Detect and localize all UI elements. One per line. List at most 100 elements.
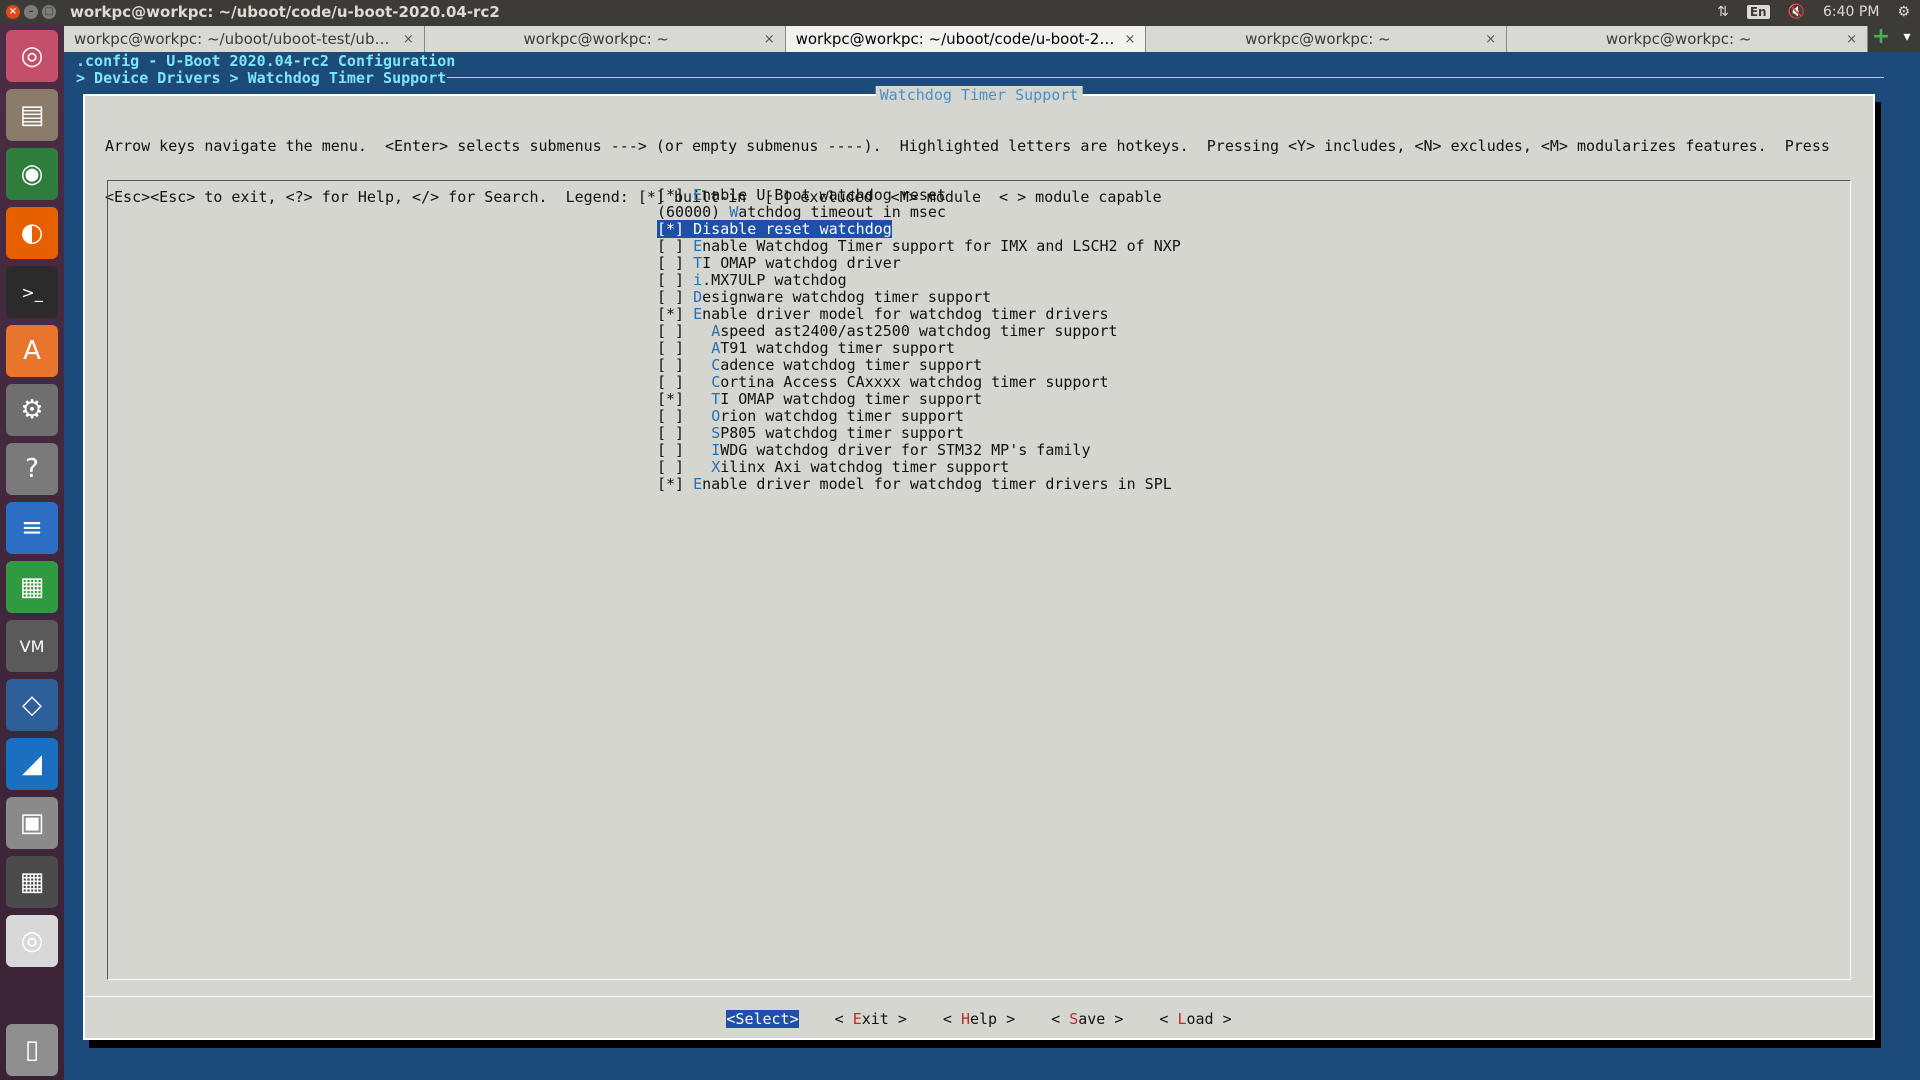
menu-item-state: [*] xyxy=(657,186,694,204)
save-button[interactable]: < Save > xyxy=(1051,1010,1123,1028)
menu-item[interactable]: [*] Enable U-Boot watchdog reset xyxy=(657,187,1181,204)
terminal-area[interactable]: .config - U-Boot 2020.04-rc2 Configurati… xyxy=(64,52,1920,1080)
wireshark-icon[interactable]: ◢ xyxy=(6,738,58,790)
settings-gear-icon[interactable]: ⚙ xyxy=(1897,4,1910,20)
menu-item[interactable]: [ ] Cortina Access CAxxxx watchdog timer… xyxy=(657,374,1181,391)
minimize-window-button[interactable]: – xyxy=(24,5,38,19)
button-bracket: < xyxy=(1051,1010,1070,1028)
menu-item-state: [ ] xyxy=(657,254,694,272)
virtualbox-icon[interactable]: ◇ xyxy=(6,679,58,731)
menu-item-text: esignware watchdog timer support xyxy=(702,288,992,306)
menu-item[interactable]: (60000) Watchdog timeout in msec xyxy=(657,204,1181,221)
hotkey-letter: C xyxy=(711,373,721,391)
menu-item-label: Cortina Access CAxxxx watchdog timer sup… xyxy=(711,373,1108,391)
menuconfig-dialog: Watchdog Timer Support Arrow keys naviga… xyxy=(83,86,1875,1040)
terminal-icon[interactable]: >_ xyxy=(6,266,58,318)
menu-item[interactable]: [ ] Orion watchdog timer support xyxy=(657,408,1181,425)
menu-item[interactable]: [*] Enable driver model for watchdog tim… xyxy=(657,306,1181,323)
ubuntu-logo-icon[interactable]: ◎ xyxy=(6,30,58,82)
menu-item[interactable]: [ ] SP805 watchdog timer support xyxy=(657,425,1181,442)
menu-item-text: atchdog timeout in msec xyxy=(738,203,946,221)
menu-item-label: Disable reset watchdog xyxy=(693,220,892,238)
calculator-icon[interactable]: ▦ xyxy=(6,856,58,908)
menu-item-state: [ ] xyxy=(657,441,712,459)
menu-item-label: Aspeed ast2400/ast2500 watchdog timer su… xyxy=(711,322,1117,340)
terminal-tab[interactable]: workpc@workpc: ~ × xyxy=(1146,26,1508,52)
terminal-tab[interactable]: workpc@workpc: ~/uboot/code/u-boot-2020.… xyxy=(785,26,1147,52)
volume-muted-icon[interactable]: 🔇 xyxy=(1788,4,1805,20)
chrome-icon[interactable]: ◉ xyxy=(6,148,58,200)
tab-close-icon[interactable]: × xyxy=(403,32,414,47)
firefox-icon[interactable]: ◐ xyxy=(6,207,58,259)
menu-item-state: [ ] xyxy=(657,407,712,425)
help-icon[interactable]: ? xyxy=(6,443,58,495)
window-title: workpc@workpc: ~/uboot/code/u-boot-2020.… xyxy=(70,3,500,21)
terminal-tab[interactable]: workpc@workpc: ~ × xyxy=(424,26,786,52)
calc-icon[interactable]: ▦ xyxy=(6,561,58,613)
software-center-icon[interactable]: A xyxy=(6,325,58,377)
dialog-title: Watchdog Timer Support xyxy=(875,86,1083,104)
menu-item[interactable]: [ ] IWDG watchdog driver for STM32 MP's … xyxy=(657,442,1181,459)
network-icon[interactable]: ⇅ xyxy=(1717,4,1729,20)
tab-menu-icon[interactable]: ▾ xyxy=(1894,24,1920,52)
hotkey-letter: A xyxy=(711,322,721,340)
exit-button[interactable]: < Exit > xyxy=(835,1010,907,1028)
cube-icon[interactable]: ▣ xyxy=(6,797,58,849)
tab-close-icon[interactable]: × xyxy=(764,32,775,47)
menu-item-state: [*] xyxy=(657,305,694,323)
tab-label: workpc@workpc: ~ xyxy=(1605,30,1752,48)
menu-item[interactable]: [ ] Cadence watchdog timer support xyxy=(657,357,1181,374)
menu-item[interactable]: [ ] Xilinx Axi watchdog timer support xyxy=(657,459,1181,476)
menu-item-state: [ ] xyxy=(657,424,712,442)
menu-item[interactable]: [ ] i.MX7ULP watchdog xyxy=(657,272,1181,289)
terminal-tab[interactable]: workpc@workpc: ~/uboot/uboot-test/uboot.… xyxy=(64,26,425,52)
menu-item-text: rion watchdog timer support xyxy=(720,407,965,425)
menu-item[interactable]: [ ] Enable Watchdog Timer support for IM… xyxy=(657,238,1181,255)
help-button[interactable]: < Help > xyxy=(943,1010,1015,1028)
close-window-button[interactable]: × xyxy=(6,5,20,19)
system-settings-icon[interactable]: ⚙ xyxy=(6,384,58,436)
menu-item[interactable]: [ ] TI OMAP watchdog driver xyxy=(657,255,1181,272)
maximize-window-button[interactable]: □ xyxy=(42,5,56,19)
menu-item-text: nable driver model for watchdog timer dr… xyxy=(702,305,1109,323)
load-button[interactable]: < Load > xyxy=(1159,1010,1231,1028)
indicator-area: ⇅ En 🔇 6:40 PM ⚙ xyxy=(1717,4,1910,20)
writer-icon[interactable]: ≡ xyxy=(6,502,58,554)
menu-item[interactable]: [*] Disable reset watchdog xyxy=(657,220,1181,238)
clock[interactable]: 6:40 PM xyxy=(1823,4,1879,20)
menu-item[interactable]: [*] TI OMAP watchdog timer support xyxy=(657,391,1181,408)
menu-item-text: WDG watchdog driver for STM32 MP's famil… xyxy=(720,441,1091,459)
tab-label: workpc@workpc: ~/uboot/uboot-test/uboot.… xyxy=(74,30,397,48)
menu-item-text: nable driver model for watchdog timer dr… xyxy=(702,475,1172,493)
hotkey-letter: E xyxy=(693,475,703,493)
menu-item-text: P805 watchdog timer support xyxy=(720,424,965,442)
launcher: ◎ ▤ ◉ ◐ >_ A ⚙? ≡ ▦ VM ◇ ◢ ▣ ▦ ◎ ▯ xyxy=(0,24,64,1080)
menu-item-state: (60000) xyxy=(657,203,730,221)
menu-item[interactable]: [ ] Aspeed ast2400/ast2500 watchdog time… xyxy=(657,323,1181,340)
button-separator xyxy=(85,996,1873,997)
vm-icon[interactable]: VM xyxy=(6,620,58,672)
menu-item-label: Enable driver model for watchdog timer d… xyxy=(693,305,1108,323)
button-row: <Select> < Exit > < Help > < Save > < Load > xyxy=(85,1010,1873,1028)
keyboard-layout-indicator[interactable]: En xyxy=(1746,5,1770,19)
menu-item[interactable]: [*] Enable driver model for watchdog tim… xyxy=(657,476,1181,493)
new-tab-icon[interactable]: + xyxy=(1868,24,1894,52)
trash-icon[interactable]: ▯ xyxy=(6,1024,58,1076)
help-line-1: Arrow keys navigate the menu. <Enter> se… xyxy=(105,137,1830,155)
menu-item[interactable]: [ ] Designware watchdog timer support xyxy=(657,289,1181,306)
terminal-tab[interactable]: workpc@workpc: ~ × xyxy=(1507,26,1868,52)
menu-item-text: isable reset watchdog xyxy=(702,220,892,238)
hotkey-letter: S xyxy=(711,424,721,442)
select-button[interactable]: <Select> xyxy=(726,1010,799,1028)
hotkey-letter: O xyxy=(711,407,721,425)
menu-item-text: ilinx Axi watchdog timer support xyxy=(720,458,1010,476)
tab-close-icon[interactable]: × xyxy=(1124,32,1135,47)
menu-item-text: adence watchdog timer support xyxy=(720,356,983,374)
tab-close-icon[interactable]: × xyxy=(1846,32,1857,47)
menu-item-label: Enable Watchdog Timer support for IMX an… xyxy=(693,237,1181,255)
menu-item[interactable]: [ ] AT91 watchdog timer support xyxy=(657,340,1181,357)
files-icon[interactable]: ▤ xyxy=(6,89,58,141)
tab-close-icon[interactable]: × xyxy=(1485,32,1496,47)
dvd-icon[interactable]: ◎ xyxy=(6,915,58,967)
hotkey-letter: i xyxy=(693,271,703,289)
